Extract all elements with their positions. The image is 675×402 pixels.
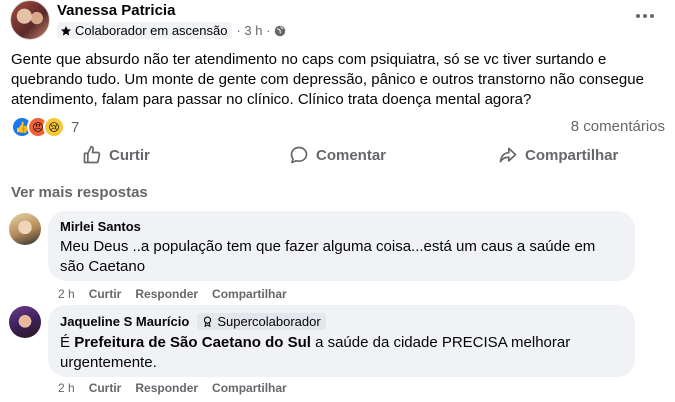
comment-share-link[interactable]: Compartilhar — [212, 287, 287, 301]
comment-bubble: Jaqueline S Maurício Supercolaborador É … — [48, 305, 635, 377]
comment-actions: 2 h Curtir Responder Compartilhar — [58, 381, 287, 395]
commenter-avatar[interactable] — [9, 306, 41, 338]
share-button-label: Compartilhar — [525, 146, 619, 164]
mention-link[interactable]: Prefeitura de São Caetano do Sul — [74, 334, 311, 351]
star-icon — [61, 25, 71, 36]
author-avatar[interactable] — [10, 0, 50, 40]
comment-actions: 2 h Curtir Responder Compartilhar — [58, 287, 287, 301]
award-icon — [204, 316, 212, 327]
post-text: Gente que absurdo não ter atendimento no… — [11, 51, 644, 108]
comment-text: Meu Deus ..a população tem que fazer alg… — [60, 238, 596, 275]
reactions-summary[interactable]: 👍 😠 😢 7 — [11, 116, 79, 138]
comments-count-link[interactable]: 8 comentários — [571, 118, 665, 135]
share-arrow-icon — [499, 147, 517, 163]
commenter-name[interactable]: Mirlei Santos — [60, 219, 623, 234]
post-options-button[interactable] — [633, 8, 657, 24]
comment-like-link[interactable]: Curtir — [89, 287, 122, 301]
comment-button-label: Comentar — [316, 146, 387, 164]
comment-text-prefix: É — [60, 334, 75, 351]
more-dots-icon — [643, 14, 647, 18]
comment-time[interactable]: 2 h — [58, 287, 75, 301]
comment-share-link[interactable]: Compartilhar — [212, 381, 287, 395]
post-author-name[interactable]: Vanessa Patricia — [57, 2, 175, 19]
reaction-count: 7 — [71, 118, 80, 136]
post-time[interactable]: · 3 h · — [236, 23, 270, 38]
more-dots-icon — [650, 14, 654, 18]
comment-like-link[interactable]: Curtir — [89, 381, 122, 395]
sad-reaction-icon: 😢 — [43, 116, 65, 138]
contributor-badge-label: Colaborador em ascensão — [75, 23, 228, 38]
commenter-name: Jaqueline S Maurício Supercolaborador — [60, 313, 623, 330]
commenter-name-text[interactable]: Jaqueline S Maurício — [60, 314, 189, 329]
see-more-replies-link[interactable]: Ver mais respostas — [11, 184, 148, 201]
commenter-name-text[interactable]: Mirlei Santos — [60, 219, 141, 234]
post-action-bar: Curtir Comentar Compartilhar — [0, 140, 675, 174]
commenter-avatar[interactable] — [9, 213, 41, 245]
comment-reply-link[interactable]: Responder — [135, 381, 198, 395]
comment-text: É Prefeitura de São Caetano do Sul a saú… — [60, 333, 623, 373]
comment-button[interactable]: Comentar — [289, 145, 386, 165]
contributor-badge[interactable]: Colaborador em ascensão — [57, 22, 233, 39]
more-dots-icon — [636, 14, 640, 18]
thumbs-up-icon — [83, 145, 101, 164]
comment-time[interactable]: 2 h — [58, 381, 75, 395]
share-button[interactable]: Compartilhar — [498, 145, 618, 165]
like-button[interactable]: Curtir — [82, 145, 150, 165]
comment-reply-link[interactable]: Responder — [135, 287, 198, 301]
comment-bubble: Mirlei Santos Meu Deus ..a população tem… — [48, 211, 635, 281]
like-button-label: Curtir — [109, 146, 150, 164]
speech-bubble-icon — [290, 146, 308, 164]
super-contributor-badge[interactable]: Supercolaborador — [197, 313, 326, 330]
post-meta: Colaborador em ascensão · 3 h · — [57, 22, 286, 39]
super-contributor-badge-label: Supercolaborador — [217, 314, 321, 329]
globe-icon — [275, 25, 286, 36]
